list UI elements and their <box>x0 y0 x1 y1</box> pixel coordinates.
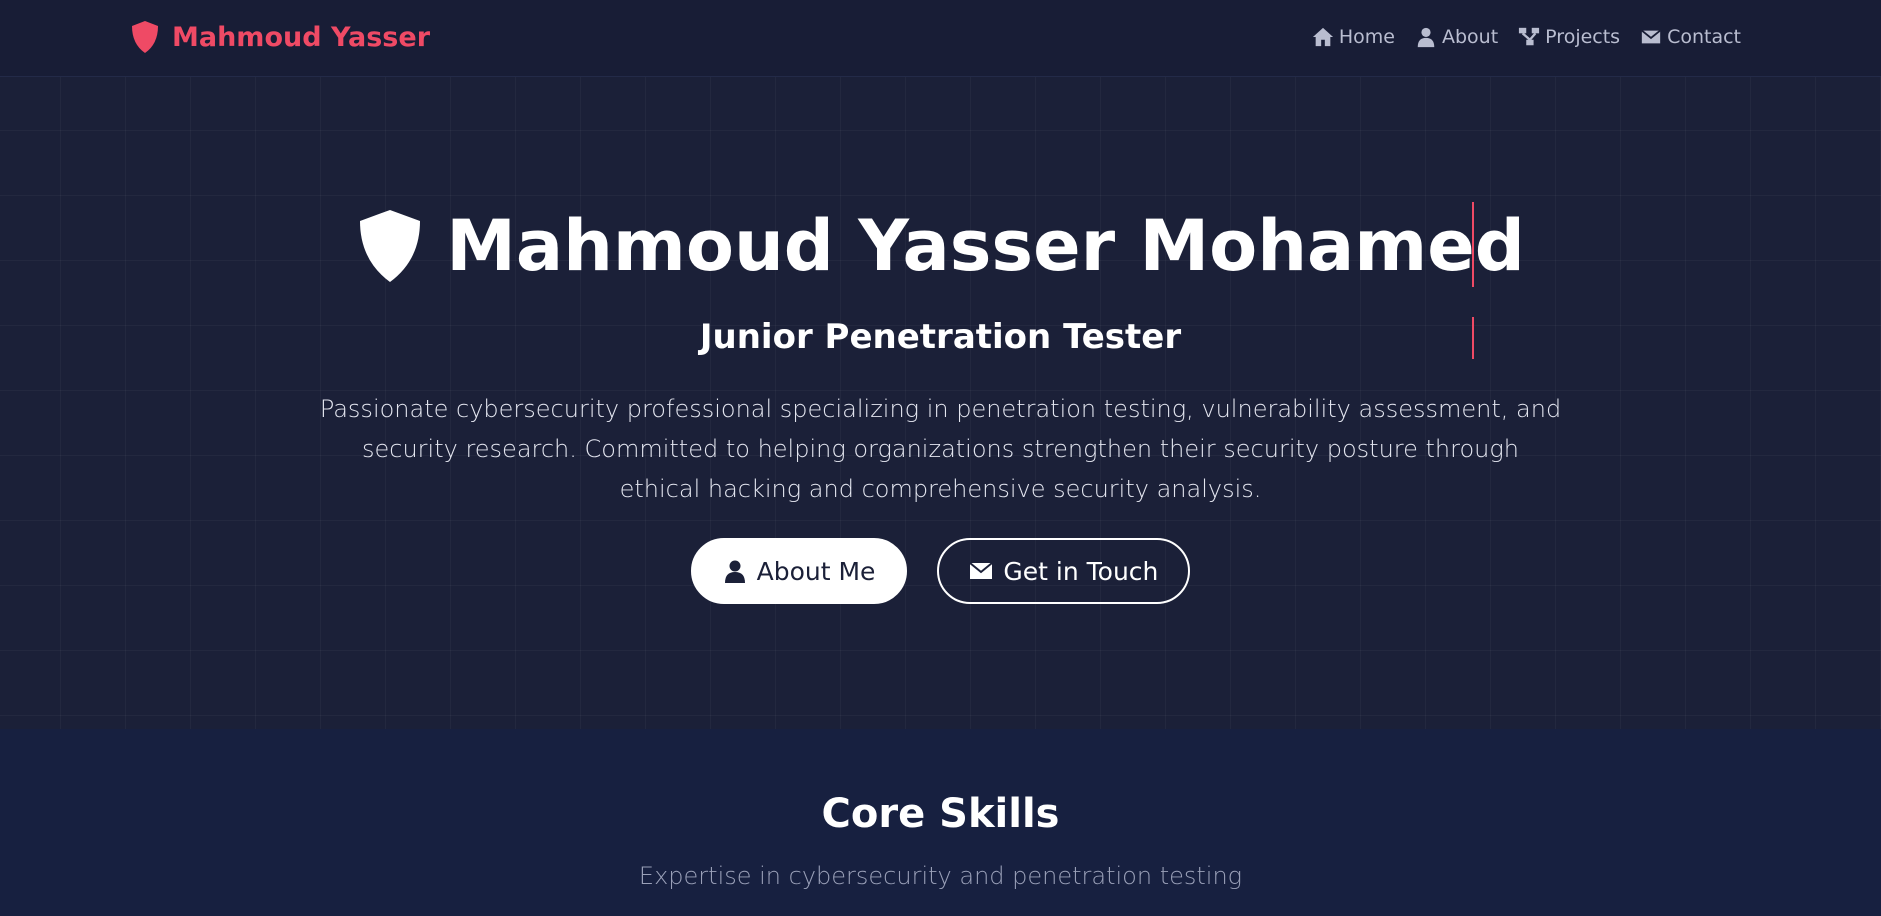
brand-link[interactable]: Mahmoud Yasser <box>130 19 430 55</box>
hero-description-line: ethical hacking and comprehensive securi… <box>619 475 1262 503</box>
shield-icon <box>132 21 158 53</box>
nav-links: Home About Projects Contact <box>1312 22 1741 52</box>
skills-section: Core Skills Expertise in cybersecurity a… <box>0 729 1881 916</box>
hero-title-text: Mahmoud Yasser Mohamed <box>446 205 1525 287</box>
hero-title: Mahmoud Yasser Mohamed <box>0 205 1881 287</box>
skills-subtitle: Expertise in cybersecurity and penetrati… <box>638 862 1243 890</box>
get-in-touch-button[interactable]: Get in Touch <box>937 538 1191 604</box>
brand-name: Mahmoud Yasser <box>172 21 431 53</box>
nav-link-contact[interactable]: Contact <box>1640 26 1741 48</box>
top-navbar: Mahmoud Yasser Home About Projects Conta… <box>0 0 1881 77</box>
hero-subtitle: Junior Penetration Tester <box>699 317 1182 357</box>
nav-link-label: Home <box>1338 26 1395 48</box>
hero-actions: About Me Get in Touch <box>0 538 1881 604</box>
typing-cursor <box>1472 202 1474 287</box>
envelope-icon <box>1641 29 1661 44</box>
skills-title: Core Skills <box>821 791 1060 837</box>
hero-description-line: Passionate cybersecurity professional sp… <box>319 395 1562 423</box>
sitemap-icon <box>1519 27 1540 46</box>
nav-link-home[interactable]: Home <box>1312 26 1395 48</box>
hero-description: Passionate cybersecurity professional sp… <box>0 389 1881 509</box>
nav-link-label: Contact <box>1667 26 1741 48</box>
envelope-icon <box>969 562 994 579</box>
home-icon <box>1312 27 1333 47</box>
user-icon <box>724 560 745 583</box>
nav-link-label: Projects <box>1545 26 1621 48</box>
get-in-touch-button-label: Get in Touch <box>1003 556 1159 586</box>
hero-description-line: security research. Committed to helping … <box>361 435 1519 463</box>
nav-link-about[interactable]: About <box>1415 26 1498 48</box>
about-me-button[interactable]: About Me <box>690 538 908 604</box>
nav-link-label: About <box>1441 26 1499 48</box>
nav-link-projects[interactable]: Projects <box>1518 26 1620 48</box>
user-icon <box>1417 27 1435 48</box>
shield-icon <box>360 210 421 282</box>
about-me-button-label: About Me <box>756 556 876 586</box>
hero-section: Mahmoud Yasser Mohamed Junior Penetratio… <box>0 77 1881 729</box>
